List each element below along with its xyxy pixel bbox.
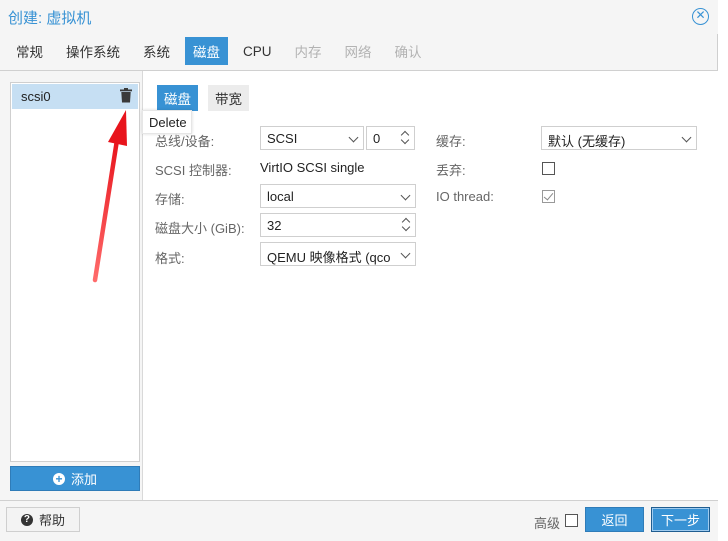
disk-subtabs: 磁盘 带宽 (157, 85, 259, 111)
disk-settings-panel: 磁盘 带宽 总线/设备: SCSI 0 SCSI 控制器: VirtIO SCS… (142, 71, 718, 501)
subtab-bandwidth[interactable]: 带宽 (208, 85, 249, 111)
format-select[interactable]: QEMU 映像格式 (qco (260, 242, 416, 266)
format-select-value: QEMU 映像格式 (qco (267, 250, 391, 265)
delete-tooltip: Delete (142, 110, 192, 134)
wizard-tabs: 常规 操作系统 系统 磁盘 CPU 内存 网络 确认 (8, 37, 437, 65)
tab-system[interactable]: 系统 (135, 37, 178, 65)
help-icon: ? (20, 513, 33, 526)
advanced-label: 高级 (534, 516, 561, 531)
tab-confirm: 确认 (394, 45, 422, 60)
next-button[interactable]: 下一步 (651, 507, 710, 532)
cache-label: 缓存: (436, 134, 466, 149)
chevron-down-icon (400, 248, 411, 259)
advanced-checkbox[interactable] (565, 514, 578, 527)
storage-select-value: local (267, 189, 294, 204)
spinner-icon[interactable] (400, 129, 410, 147)
disk-list-item[interactable]: scsi0 (12, 84, 138, 109)
disk-size-label: 磁盘大小 (GiB): (155, 221, 245, 236)
disk-size-value: 32 (267, 218, 282, 233)
storage-label: 存储: (155, 192, 185, 207)
disk-list: scsi0 (10, 82, 140, 462)
discard-label: 丢弃: (436, 163, 466, 178)
chevron-down-icon (400, 190, 411, 201)
disk-item-label: scsi0 (21, 89, 51, 104)
close-icon[interactable]: ✕ (692, 8, 709, 25)
tab-cpu[interactable]: CPU (235, 40, 280, 63)
tab-general[interactable]: 常规 (8, 37, 51, 65)
tab-os[interactable]: 操作系统 (58, 37, 128, 65)
plus-icon: + (52, 472, 65, 485)
iothread-label: IO thread: (436, 189, 494, 204)
disk-size-stepper[interactable]: 32 (260, 213, 416, 237)
bus-select[interactable]: SCSI (260, 126, 364, 150)
tab-disks[interactable]: 磁盘 (185, 37, 228, 65)
chevron-down-icon (681, 132, 692, 143)
subtab-disk[interactable]: 磁盘 (157, 85, 198, 111)
chevron-down-icon (348, 132, 359, 143)
help-label: 帮助 (38, 513, 65, 528)
wizard-body: scsi0 + 添加 磁盘 带宽 总线/设备: SCSI 0 SCSI 控制器:… (0, 70, 718, 501)
discard-checkbox[interactable] (542, 162, 555, 175)
format-label: 格式: (155, 251, 185, 266)
dialog-titlebar: 创建: 虚拟机 ✕ (0, 0, 718, 34)
create-vm-dialog: 创建: 虚拟机 ✕ 常规 操作系统 系统 磁盘 CPU 内存 网络 确认 scs… (0, 0, 718, 541)
cache-select-value: 默认 (无缓存) (548, 134, 626, 149)
help-button[interactable]: ? 帮助 (6, 507, 80, 532)
trash-icon[interactable] (120, 88, 132, 103)
cache-select[interactable]: 默认 (无缓存) (541, 126, 697, 150)
dialog-title: 创建: 虚拟机 (8, 10, 92, 27)
bus-select-value: SCSI (267, 131, 298, 146)
dialog-footer: ? 帮助 高级 返回 下一步 (0, 500, 718, 541)
tab-network: 网络 (344, 45, 372, 60)
scsi-controller-value: VirtIO SCSI single (260, 160, 365, 175)
tab-memory: 内存 (294, 45, 322, 60)
device-number-stepper[interactable]: 0 (366, 126, 415, 150)
storage-select[interactable]: local (260, 184, 416, 208)
add-disk-label: 添加 (70, 472, 97, 487)
spinner-icon[interactable] (401, 216, 411, 234)
add-disk-button[interactable]: + 添加 (10, 466, 140, 491)
iothread-checkbox[interactable] (542, 190, 555, 203)
device-number-value: 0 (373, 131, 381, 146)
scsi-controller-label: SCSI 控制器: (155, 163, 232, 178)
back-button[interactable]: 返回 (585, 507, 644, 532)
